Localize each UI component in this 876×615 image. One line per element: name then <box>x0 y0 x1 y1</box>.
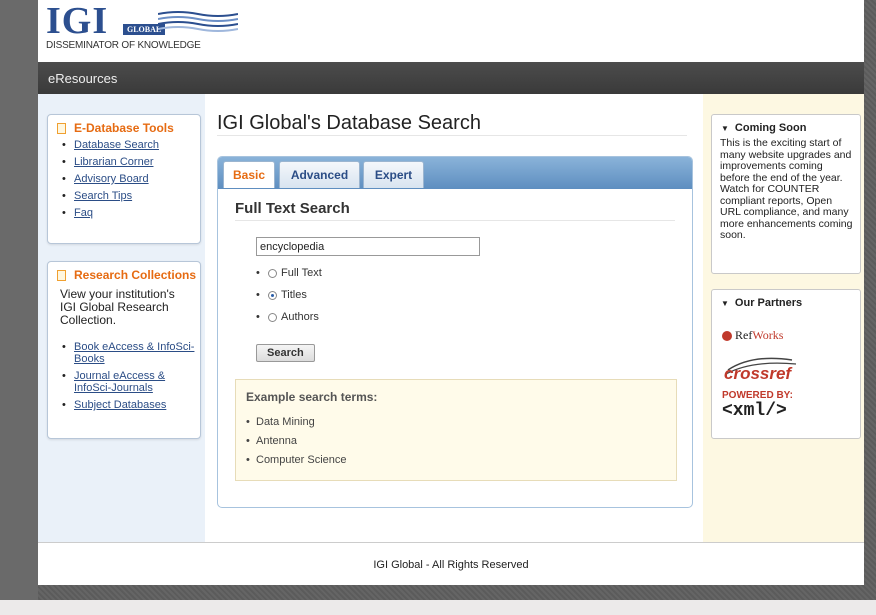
research-collections-list: Book eAccess & InfoSci-Books Journal eAc… <box>48 341 200 411</box>
option-authors[interactable]: • Authors <box>256 310 319 324</box>
option-titles[interactable]: • Titles <box>256 288 307 302</box>
page-container: IGI GLOBAL DISSEMINATOR OF KNOWLEDGE eRe… <box>38 0 864 585</box>
bottom-strip <box>0 600 876 615</box>
titles-radio[interactable] <box>268 290 277 300</box>
example-terms-list: Data Mining Antenna Computer Science <box>246 416 347 473</box>
site-header: IGI GLOBAL DISSEMINATOR OF KNOWLEDGE <box>38 0 864 62</box>
crossref-text: crossref <box>724 364 793 382</box>
tools-list-item: Database Search <box>62 139 200 151</box>
option-full-text[interactable]: • Full Text <box>256 266 322 280</box>
full-text-label: Full Text <box>281 267 322 279</box>
our-partners-heading: ▼ Our Partners <box>721 297 803 309</box>
refworks-logo[interactable]: Ref Works <box>722 328 783 343</box>
research-collections-box: Research Collections View your instituti… <box>47 261 201 439</box>
full-text-radio[interactable] <box>268 268 277 278</box>
search-query-input[interactable] <box>256 237 480 256</box>
footer-copyright: IGI Global - All Rights Reserved <box>373 559 529 571</box>
right-sidebar: ▼ Coming Soon This is the exciting start … <box>703 94 864 542</box>
titles-label: Titles <box>281 289 307 301</box>
tab-expert[interactable]: Expert <box>363 161 424 188</box>
subject-databases-link[interactable]: Subject Databases <box>74 399 166 411</box>
e-database-tools-heading: E-Database Tools <box>48 115 200 135</box>
document-icon <box>57 269 66 281</box>
e-database-tools-box: E-Database Tools Database Search Librari… <box>47 114 201 244</box>
search-button[interactable]: Search <box>256 344 315 362</box>
tools-list-item: Advisory Board <box>62 173 200 185</box>
authors-radio[interactable] <box>268 312 277 322</box>
collections-list-item: Journal eAccess & InfoSci-Journals <box>62 370 200 394</box>
full-text-search-heading: Full Text Search <box>235 200 350 217</box>
logo-waves-icon <box>158 11 238 32</box>
our-partners-box: ▼ Our Partners Ref Works crossref POWERED … <box>711 289 861 439</box>
search-tips-link[interactable]: Search Tips <box>74 190 132 202</box>
e-database-tools-list: Database Search Librarian Corner Advisor… <box>48 139 200 219</box>
collections-list-item: Subject Databases <box>62 399 200 411</box>
research-collections-intro: View your institution's IGI Global Resea… <box>60 287 175 327</box>
triangle-down-icon: ▼ <box>721 124 729 133</box>
refworks-icon <box>722 330 732 341</box>
example-term: Data Mining <box>246 416 347 428</box>
tools-list-item: Faq <box>62 207 200 219</box>
logo-wordmark: IGI <box>46 0 109 42</box>
example-search-terms-heading: Example search terms: <box>246 390 378 404</box>
xml-logo[interactable]: <xml/> <box>722 401 787 421</box>
coming-soon-text: This is the exciting start of many websi… <box>720 137 853 241</box>
example-term: Computer Science <box>246 454 347 466</box>
section-divider <box>235 220 675 221</box>
crossref-logo[interactable]: crossref <box>722 352 812 382</box>
left-background-strip <box>0 0 38 600</box>
top-nav-bar: eResources <box>38 62 864 94</box>
document-icon <box>57 122 66 134</box>
page-title: IGI Global's Database Search <box>217 112 481 134</box>
nav-eresources-link[interactable]: eResources <box>48 71 117 86</box>
faq-link[interactable]: Faq <box>74 207 93 219</box>
search-panel: Basic Advanced Expert Full Text Search •… <box>217 156 693 508</box>
book-eaccess-link[interactable]: Book eAccess & InfoSci-Books <box>74 341 194 365</box>
site-footer: IGI Global - All Rights Reserved <box>38 542 864 585</box>
tools-list-item: Search Tips <box>62 190 200 202</box>
example-term: Antenna <box>246 435 347 447</box>
authors-label: Authors <box>281 311 319 323</box>
search-tab-bar: Basic Advanced Expert <box>218 157 692 189</box>
coming-soon-heading: ▼ Coming Soon <box>721 122 807 134</box>
example-search-terms-box: Example search terms: Data Mining Antenn… <box>235 379 677 481</box>
main-content: IGI Global's Database Search Basic Advan… <box>205 94 704 542</box>
coming-soon-box: ▼ Coming Soon This is the exciting start … <box>711 114 861 274</box>
librarian-corner-link[interactable]: Librarian Corner <box>74 156 153 168</box>
journal-eaccess-link[interactable]: Journal eAccess & InfoSci-Journals <box>74 370 165 394</box>
title-divider <box>217 135 687 136</box>
tab-advanced[interactable]: Advanced <box>279 161 360 188</box>
collections-list-item: Book eAccess & InfoSci-Books <box>62 341 200 365</box>
tab-basic[interactable]: Basic <box>223 161 275 188</box>
logo-tagline: DISSEMINATOR OF KNOWLEDGE <box>46 40 201 51</box>
igi-global-logo[interactable]: IGI GLOBAL DISSEMINATOR OF KNOWLEDGE <box>46 0 246 56</box>
tools-list-item: Librarian Corner <box>62 156 200 168</box>
left-sidebar: E-Database Tools Database Search Librari… <box>38 94 205 542</box>
triangle-down-icon: ▼ <box>721 299 729 308</box>
database-search-link[interactable]: Database Search <box>74 139 159 151</box>
research-collections-heading: Research Collections <box>48 262 200 282</box>
powered-by-label: POWERED BY: <box>722 390 793 401</box>
advisory-board-link[interactable]: Advisory Board <box>74 173 149 185</box>
